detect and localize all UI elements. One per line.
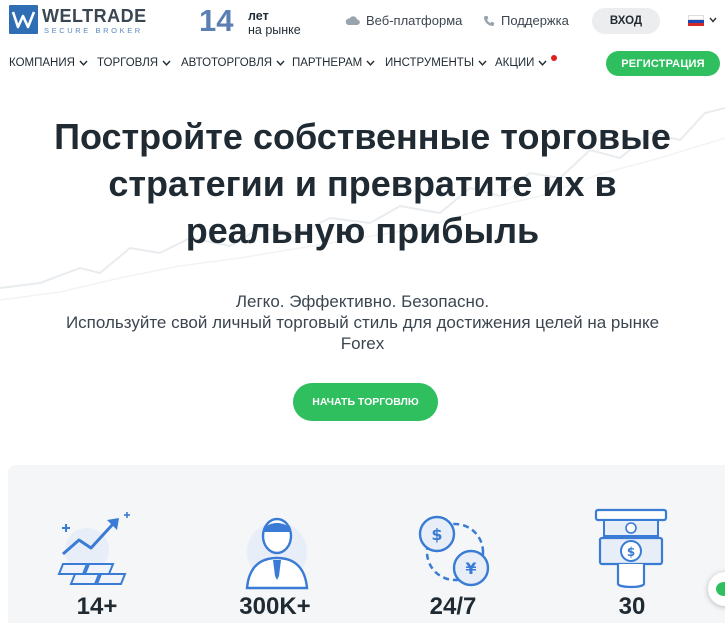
chevron-down-icon [366, 60, 375, 66]
stat-value-support: 24/7 [429, 593, 477, 620]
hero-subtitle: Легко. Эффективно. Безопасно. Используйт… [0, 291, 725, 354]
register-button[interactable]: РЕГИСТРАЦИЯ [606, 51, 720, 76]
hero-title-line1: Постройте собственные торговые [54, 116, 671, 157]
years-number: 14 [199, 3, 234, 38]
nav-item-label: ПАРТНЕРАМ [292, 57, 363, 69]
logo-mark-icon [9, 5, 38, 34]
hero-subtitle-line1: Легко. Эффективно. Безопасно. [235, 292, 490, 311]
chevron-down-icon [478, 60, 487, 66]
nav-item-trading[interactable]: ТОРГОВЛЯ [97, 57, 171, 69]
nav-item-company[interactable]: КОМПАНИЯ [9, 57, 88, 69]
svg-text:$: $ [627, 545, 635, 559]
login-button[interactable]: ВХОД [592, 8, 660, 34]
web-platform-link[interactable]: Веб-платформа [345, 13, 462, 28]
nav-item-label: АВТОТОРГОВЛЯ [181, 57, 273, 69]
logo-name: WELTRADE [42, 6, 147, 26]
language-chevron-down-icon[interactable] [709, 17, 717, 23]
brand-logo[interactable]: WELTRADE SECURE BROKER [9, 5, 159, 35]
language-flag-icon[interactable] [688, 15, 704, 26]
nav-item-partners[interactable]: ПАРТНЕРАМ [292, 57, 375, 69]
cloud-icon [345, 16, 360, 25]
hero-title: Постройте собственные торговые стратегии… [0, 113, 725, 254]
currency-exchange-icon: $ ¥ [418, 515, 490, 587]
support-link[interactable]: Поддержка [483, 13, 569, 28]
nav-item-instruments[interactable]: ИНСТРУМЕНТЫ [385, 57, 487, 69]
chevron-down-icon [162, 60, 171, 66]
hero-title-line2: стратегии и превратите их в [108, 163, 617, 204]
years-label-line2: на рынке [248, 23, 301, 37]
chevron-down-icon [79, 60, 88, 66]
nav-item-label: АКЦИИ [495, 57, 535, 69]
years-label-line1: лет [248, 9, 269, 23]
stat-value-clients: 300K+ [239, 593, 311, 620]
gold-growth-icon [57, 512, 130, 585]
nav-item-label: КОМПАНИЯ [9, 57, 75, 69]
stat-value-withdrawal: 30 [618, 593, 646, 620]
hero-subtitle-line2: Используйте свой личный торговый стиль д… [65, 313, 660, 332]
chevron-down-icon [538, 60, 547, 66]
years-on-market: 14 лет на рынке [199, 3, 319, 38]
nav-item-autotrading[interactable]: АВТОТОРГОВЛЯ [181, 57, 285, 69]
hero-title-line3: реальную прибыль [185, 210, 540, 251]
chevron-down-icon [276, 60, 285, 66]
nav-item-label: ТОРГОВЛЯ [97, 57, 159, 69]
stat-value-years: 14+ [76, 593, 118, 620]
start-trading-button[interactable]: НАЧАТЬ ТОРГОВЛЮ [293, 383, 438, 421]
top-bar: WELTRADE SECURE BROKER 14 лет на рынке В… [0, 0, 725, 40]
hero-subtitle-line3: Forex [340, 334, 385, 353]
web-platform-label: Веб-платформа [366, 13, 463, 28]
support-label: Поддержка [501, 13, 569, 28]
phone-icon [484, 15, 494, 26]
nav-item-promotions[interactable]: АКЦИИ [495, 57, 547, 69]
cash-withdrawal-icon: $ [594, 508, 668, 589]
logo-tagline: SECURE BROKER [44, 26, 143, 35]
svg-text:$: $ [431, 525, 442, 544]
client-avatar-icon [245, 517, 309, 590]
promotions-notification-dot [551, 55, 557, 61]
svg-text:¥: ¥ [465, 559, 476, 578]
nav-item-label: ИНСТРУМЕНТЫ [385, 57, 475, 69]
